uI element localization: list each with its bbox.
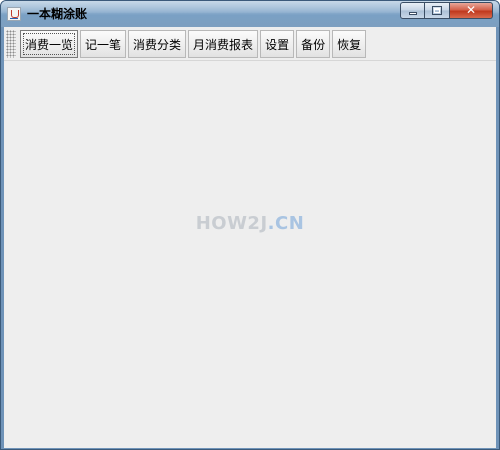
app-window: 一本糊涂账 ✕ 消费一览 记一笔 消费分类 月消费报表 设置 备份 恢复 HOW… bbox=[0, 0, 500, 450]
maximize-icon bbox=[432, 6, 442, 15]
tab-restore[interactable]: 恢复 bbox=[332, 30, 367, 58]
close-icon: ✕ bbox=[465, 3, 477, 17]
tab-monthly-report[interactable]: 月消费报表 bbox=[188, 30, 259, 58]
toolbar: 消费一览 记一笔 消费分类 月消费报表 设置 备份 恢复 bbox=[4, 27, 496, 61]
close-button[interactable]: ✕ bbox=[450, 2, 493, 19]
toolbar-buttons: 消费一览 记一笔 消费分类 月消费报表 设置 备份 恢复 bbox=[20, 30, 367, 58]
java-cup-icon[interactable] bbox=[7, 7, 21, 21]
title-bar[interactable]: 一本糊涂账 ✕ bbox=[1, 1, 499, 27]
toolbar-drag-handle[interactable] bbox=[6, 30, 16, 58]
window-title: 一本糊涂账 bbox=[27, 7, 88, 21]
tab-settings[interactable]: 设置 bbox=[260, 30, 295, 58]
minimize-button[interactable] bbox=[400, 2, 425, 19]
watermark-dot: . bbox=[267, 213, 275, 234]
minimize-icon bbox=[409, 12, 417, 15]
tab-categories[interactable]: 消费分类 bbox=[128, 30, 187, 58]
watermark-main: HOW2J bbox=[195, 213, 268, 234]
maximize-button[interactable] bbox=[425, 2, 450, 19]
tab-add-record[interactable]: 记一笔 bbox=[80, 30, 127, 58]
tab-backup[interactable]: 备份 bbox=[296, 30, 331, 58]
tab-spend-overview[interactable]: 消费一览 bbox=[20, 30, 79, 58]
watermark-accent: CN bbox=[275, 213, 305, 234]
watermark: HOW2J.CN bbox=[4, 213, 496, 234]
main-panel: 消费一览 记一笔 消费分类 月消费报表 设置 备份 恢复 HOW2J.CN bbox=[4, 27, 496, 448]
window-controls: ✕ bbox=[400, 2, 493, 19]
